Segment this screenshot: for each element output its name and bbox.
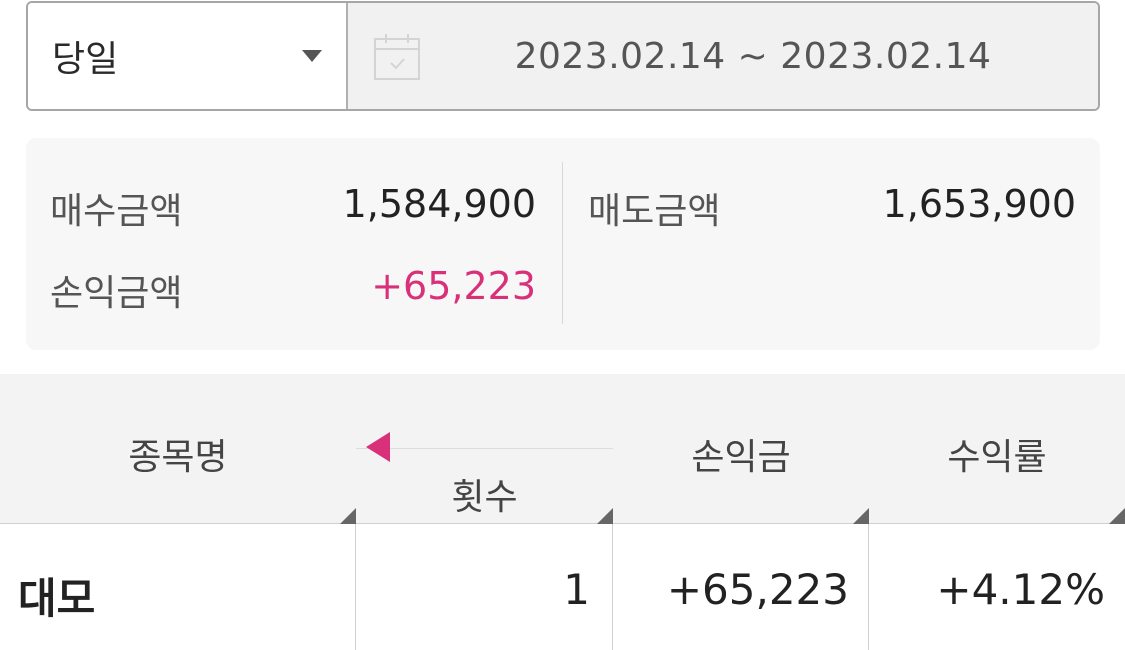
- buy-amount-label: 매수금액: [50, 191, 183, 232]
- date-range-text: 2023.02.14 ~ 2023.02.14: [514, 35, 992, 77]
- date-range-picker[interactable]: 2023.02.14 ~ 2023.02.14: [348, 3, 1098, 109]
- sell-amount-value: 1,653,900: [882, 182, 1076, 226]
- pnl-amount-value: +65,223: [371, 264, 536, 308]
- column-header-pnl[interactable]: 손익금: [613, 428, 869, 480]
- trade-count-cell: 1: [563, 565, 590, 614]
- sort-indicator-icon: [340, 508, 356, 524]
- chevron-down-icon: [302, 50, 322, 62]
- return-rate-cell: +4.12%: [936, 565, 1105, 614]
- pnl-amount-label: 손익금액: [50, 273, 183, 314]
- sort-indicator-icon: [1109, 508, 1125, 524]
- table-row[interactable]: 대모 1 +65,223 +4.12%: [0, 525, 1125, 650]
- header-divider: [356, 448, 613, 449]
- buy-amount-value: 1,584,900: [342, 182, 536, 226]
- sort-indicator-icon: [853, 508, 869, 524]
- stock-name-cell: 대모: [18, 574, 96, 623]
- arrow-left-icon[interactable]: [366, 432, 390, 462]
- summary-divider: [562, 162, 563, 324]
- period-select[interactable]: 당일: [28, 3, 348, 109]
- column-header-name[interactable]: 종목명: [0, 428, 356, 480]
- table-header: 종목명 횟수 손익금 수익률: [0, 374, 1125, 524]
- sort-indicator-icon: [597, 508, 613, 524]
- column-divider: [868, 524, 869, 650]
- date-filter-bar: 당일 2023.02.14 ~ 2023.02.14: [26, 1, 1100, 111]
- column-divider: [612, 524, 613, 650]
- column-divider: [355, 524, 356, 650]
- sell-amount-label: 매도금액: [588, 191, 721, 232]
- column-header-rate[interactable]: 수익률: [869, 428, 1125, 480]
- column-header-count[interactable]: 횟수: [356, 468, 613, 520]
- period-select-value: 당일: [52, 39, 119, 80]
- pnl-cell: +65,223: [666, 565, 849, 614]
- trade-summary-panel: 매수금액 1,584,900 손익금액 +65,223 매도금액 1,653,9…: [26, 138, 1100, 350]
